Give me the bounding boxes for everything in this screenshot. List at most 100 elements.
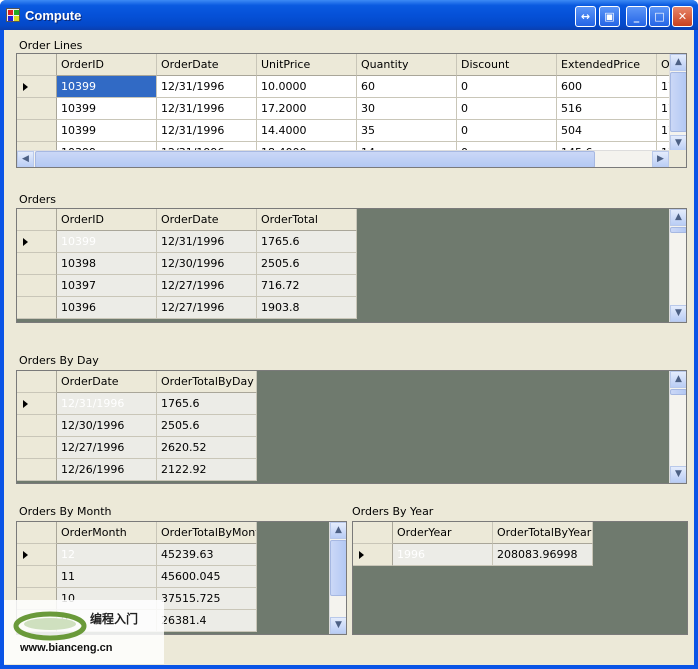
close-button[interactable]: ✕ <box>672 6 693 27</box>
scroll-thumb[interactable] <box>330 540 346 596</box>
scroll-down-icon[interactable]: ▼ <box>670 305 686 322</box>
row-header[interactable] <box>17 566 57 588</box>
minimize-button[interactable]: _ <box>626 6 647 27</box>
header-corner-cell[interactable] <box>17 371 57 393</box>
table-cell[interactable]: 10399 <box>57 120 157 142</box>
table-cell[interactable]: 10.0000 <box>257 76 357 98</box>
table-row[interactable]: 10399 12/31/1996 14.4000 35 0 504 17 <box>17 120 686 142</box>
column-header[interactable]: Quantity <box>357 54 457 76</box>
table-cell[interactable]: 10398 <box>57 253 157 275</box>
row-header[interactable] <box>17 253 57 275</box>
horizontal-scroll-thumb[interactable] <box>35 151 595 167</box>
table-row[interactable]: 11 45600.045 <box>17 566 257 588</box>
table-cell[interactable]: 10399 <box>57 231 157 253</box>
table-cell[interactable]: 12 <box>57 544 157 566</box>
table-row[interactable]: 10397 12/27/1996 716.72 <box>17 275 357 297</box>
table-cell[interactable]: 10399 <box>57 98 157 120</box>
title-bar[interactable]: Compute ↔ ▣ _ □ ✕ <box>0 0 698 30</box>
table-cell[interactable]: 10399 <box>57 76 157 98</box>
column-header[interactable]: OrderID <box>57 54 157 76</box>
table-cell[interactable]: 26381.4 <box>157 610 257 632</box>
table-cell[interactable]: 37515.725 <box>157 588 257 610</box>
header-corner-cell[interactable] <box>17 209 57 231</box>
table-cell[interactable]: 600 <box>557 76 657 98</box>
horizontal-scrollbar[interactable]: ◀ ▶ <box>17 150 669 167</box>
vertical-scrollbar[interactable]: ▲ ▼ <box>669 371 686 483</box>
table-cell[interactable]: 504 <box>557 120 657 142</box>
row-header[interactable] <box>17 231 57 253</box>
column-header[interactable]: OrderDate <box>157 54 257 76</box>
table-row[interactable]: 12/26/1996 2122.92 <box>17 459 257 481</box>
table-cell[interactable]: 12/31/1996 <box>157 231 257 253</box>
table-cell[interactable]: 35 <box>357 120 457 142</box>
table-cell[interactable]: 1765.6 <box>257 231 357 253</box>
table-row[interactable]: 12/30/1996 2505.6 <box>17 415 257 437</box>
table-cell[interactable]: 0 <box>457 120 557 142</box>
table-cell[interactable]: 10397 <box>57 275 157 297</box>
row-header[interactable] <box>17 98 57 120</box>
column-header[interactable]: UnitPrice <box>257 54 357 76</box>
scroll-thumb[interactable] <box>670 72 686 132</box>
table-cell[interactable]: 12/31/1996 <box>157 76 257 98</box>
table-cell[interactable]: 2505.6 <box>157 415 257 437</box>
table-cell[interactable]: 516 <box>557 98 657 120</box>
table-row[interactable]: 10396 12/27/1996 1903.8 <box>17 297 357 319</box>
row-header[interactable] <box>17 76 57 98</box>
table-cell[interactable]: 60 <box>357 76 457 98</box>
table-cell[interactable]: 12/27/1996 <box>157 297 257 319</box>
table-cell[interactable]: 1765.6 <box>157 393 257 415</box>
column-header[interactable]: OrderTotalByMonth <box>157 522 257 544</box>
row-header[interactable] <box>353 544 393 566</box>
row-header[interactable] <box>17 415 57 437</box>
column-header[interactable]: Discount <box>457 54 557 76</box>
table-row[interactable]: 10399 12/31/1996 1765.6 <box>17 231 357 253</box>
table-row[interactable]: 1996 208083.96998 <box>353 544 593 566</box>
scroll-thumb[interactable] <box>670 227 686 233</box>
order-lines-grid[interactable]: OrderID OrderDate UnitPrice Quantity Discoun… <box>16 53 687 168</box>
scroll-up-icon[interactable]: ▲ <box>670 54 686 71</box>
column-header[interactable]: OrderDate <box>157 209 257 231</box>
table-cell[interactable]: 208083.96998 <box>493 544 593 566</box>
table-cell[interactable]: 2122.92 <box>157 459 257 481</box>
table-cell[interactable]: 12/30/1996 <box>57 415 157 437</box>
table-row[interactable]: 10399 12/31/1996 17.2000 30 0 516 17 <box>17 98 686 120</box>
row-header[interactable] <box>17 393 57 415</box>
table-row[interactable]: 10399 12/31/1996 10.0000 60 0 600 17 <box>17 76 686 98</box>
table-cell[interactable]: 12/31/1996 <box>157 98 257 120</box>
orders-by-day-grid[interactable]: OrderDate OrderTotalByDay 12/31/1996 1765.… <box>16 370 687 484</box>
table-cell[interactable]: 30 <box>357 98 457 120</box>
row-header[interactable] <box>17 459 57 481</box>
table-row[interactable]: 10398 12/30/1996 2505.6 <box>17 253 357 275</box>
table-cell[interactable]: 45239.63 <box>157 544 257 566</box>
header-corner-cell[interactable] <box>17 54 57 76</box>
row-header[interactable] <box>17 297 57 319</box>
table-cell[interactable]: 2620.52 <box>157 437 257 459</box>
column-header[interactable]: OrderTotalByDay <box>157 371 257 393</box>
restore-window-icon[interactable]: ▣ <box>599 6 620 27</box>
scroll-up-icon[interactable]: ▲ <box>670 209 686 226</box>
scroll-thumb[interactable] <box>670 389 686 395</box>
table-row[interactable]: 12 45239.63 <box>17 544 257 566</box>
table-cell[interactable]: 12/27/1996 <box>157 275 257 297</box>
scroll-down-icon[interactable]: ▼ <box>670 466 686 483</box>
column-header[interactable]: OrderTotalByYear <box>493 522 593 544</box>
table-cell[interactable]: 12/26/1996 <box>57 459 157 481</box>
table-cell[interactable]: 1903.8 <box>257 297 357 319</box>
table-cell[interactable]: 0 <box>457 76 557 98</box>
scroll-left-icon[interactable]: ◀ <box>17 151 34 167</box>
row-header[interactable] <box>17 275 57 297</box>
column-header[interactable]: OrderID <box>57 209 157 231</box>
scroll-right-icon[interactable]: ▶ <box>652 151 669 167</box>
maximize-button[interactable]: □ <box>649 6 670 27</box>
table-cell[interactable]: 12/27/1996 <box>57 437 157 459</box>
table-cell[interactable]: 12/31/1996 <box>157 120 257 142</box>
table-cell[interactable]: 716.72 <box>257 275 357 297</box>
table-cell[interactable]: 12/31/1996 <box>57 393 157 415</box>
table-cell[interactable]: 11 <box>57 566 157 588</box>
row-header[interactable] <box>17 544 57 566</box>
table-cell[interactable]: 0 <box>457 98 557 120</box>
row-header[interactable] <box>17 120 57 142</box>
table-cell[interactable]: 2505.6 <box>257 253 357 275</box>
orders-grid[interactable]: OrderID OrderDate OrderTotal 10399 12/31/19… <box>16 208 687 323</box>
column-header[interactable]: OrderYear <box>393 522 493 544</box>
